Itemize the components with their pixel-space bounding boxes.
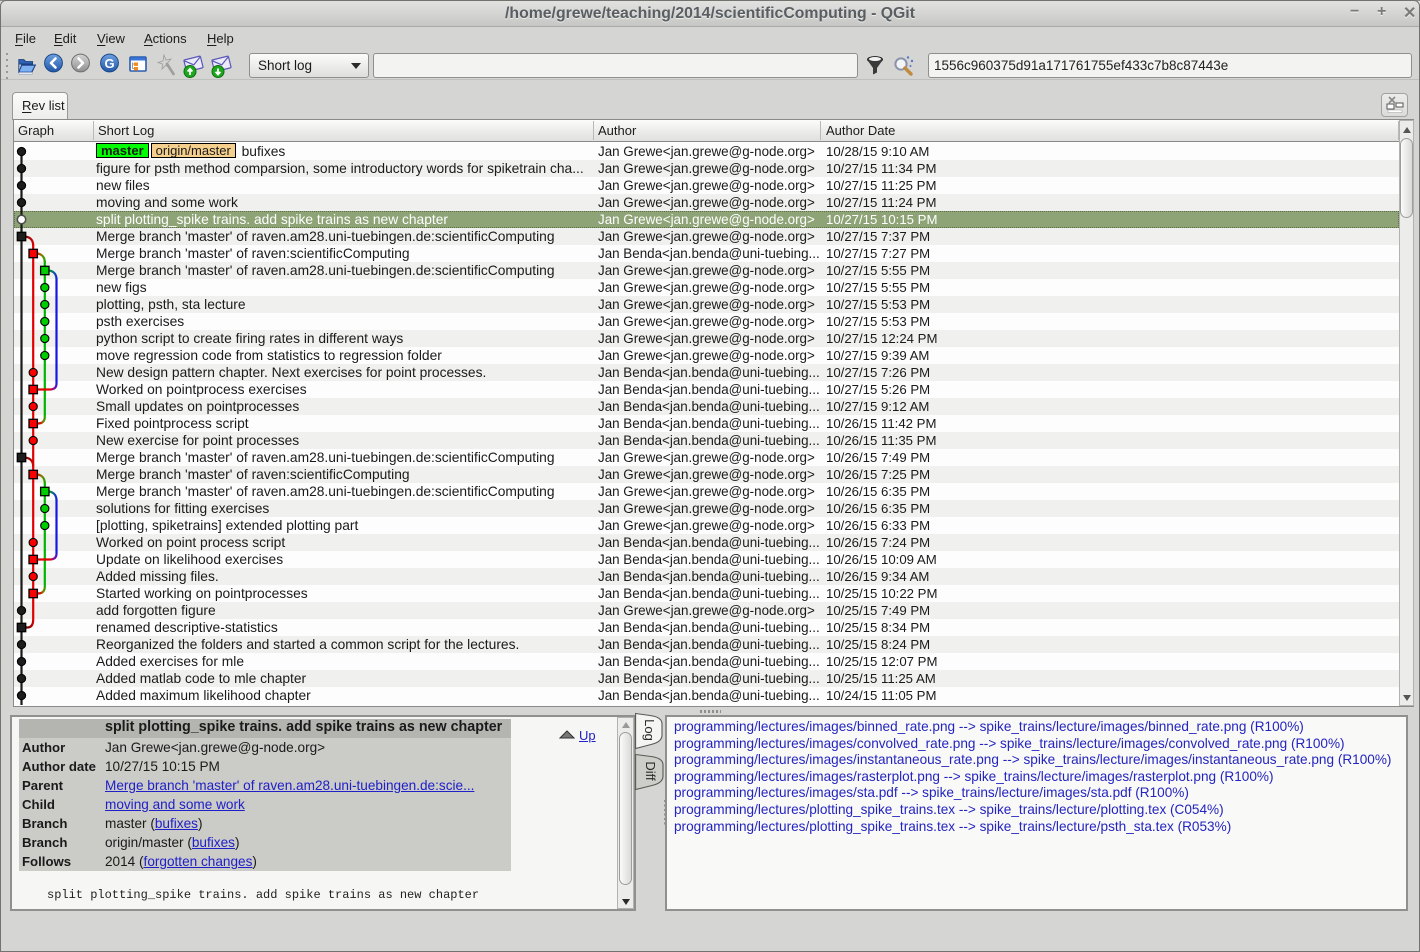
svg-text:Diff: Diff (643, 761, 658, 781)
svg-text:G: G (104, 56, 114, 71)
svg-text:Log: Log (642, 719, 657, 741)
